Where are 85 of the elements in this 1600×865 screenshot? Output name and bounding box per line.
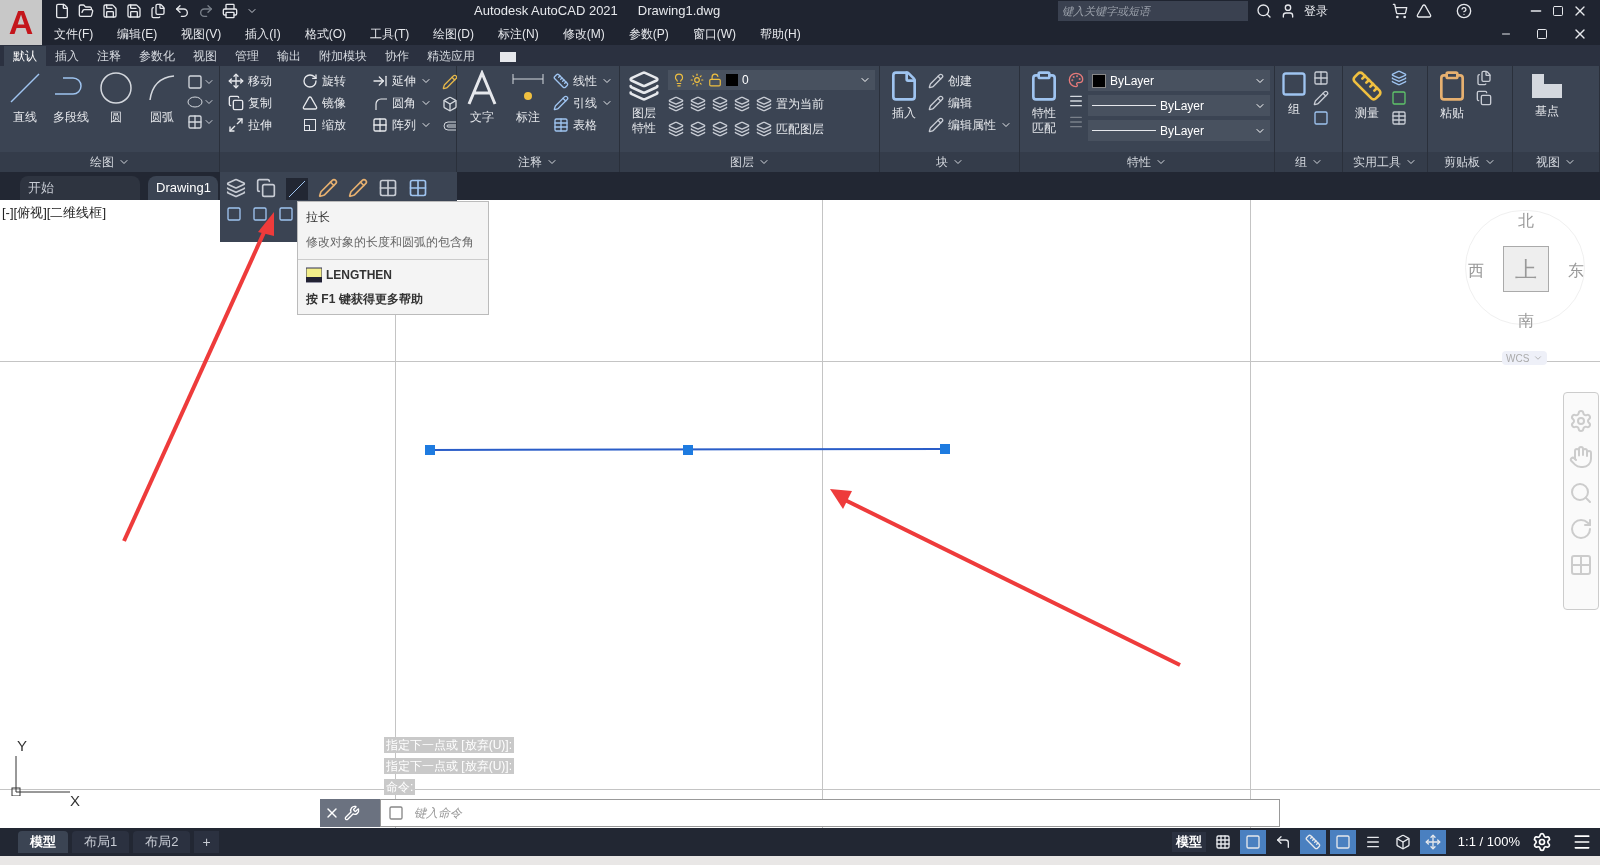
panel-title[interactable]: 图层 — [729, 153, 754, 171]
property-dropdown[interactable]: ByLayer — [1088, 95, 1270, 116]
ribbon-tab[interactable]: 协作 — [376, 46, 418, 66]
ribbon-tab[interactable]: 参数化 — [130, 46, 184, 66]
ribbon-tab[interactable]: 注释 — [88, 46, 130, 66]
panel-title[interactable]: 组 — [1294, 153, 1307, 171]
ribbon-tool[interactable]: 旋转 — [302, 70, 368, 92]
ribbon-tab[interactable]: 默认 — [4, 46, 46, 66]
file-tab[interactable]: 开始 — [20, 176, 140, 200]
ribbon-tab[interactable]: 管理 — [226, 46, 268, 66]
ribbon-tool[interactable]: 圆角 — [372, 92, 438, 114]
ribbon-tab[interactable]: 插入 — [46, 46, 88, 66]
ribbon-tool[interactable]: 复制 — [228, 92, 298, 114]
ribbon-tool[interactable]: 移动 — [228, 70, 298, 92]
axis-label: Y — [17, 736, 27, 756]
ribbon-tool[interactable]: 粘贴 — [1432, 70, 1472, 121]
sign-in-link[interactable]: 登录 — [1304, 2, 1384, 20]
annotation-scale[interactable]: 1:1 / 100% — [1449, 832, 1528, 852]
layout-tab[interactable]: 布局1 — [72, 831, 130, 853]
ribbon-tool[interactable]: 标注 — [507, 70, 549, 125]
ribbon-tab[interactable]: 精选应用 — [418, 46, 484, 66]
ribbon-tool[interactable]: 插入 — [884, 70, 924, 121]
file-name: Drawing1.dwg — [637, 2, 721, 21]
layout-tab[interactable]: 模型 — [18, 831, 68, 853]
property-dropdown[interactable]: ByLayer — [1088, 120, 1270, 141]
ribbon-tool[interactable]: 组 — [1279, 70, 1309, 117]
axis-label: X — [70, 791, 80, 811]
command-name: LENGTHEN — [326, 267, 392, 284]
tooltip-description: 修改对象的长度和圆弧的包含角 — [306, 234, 475, 251]
ribbon-tool[interactable]: 多段线 — [49, 70, 92, 125]
layout-tab[interactable]: 布局2 — [133, 831, 191, 853]
file-tab[interactable]: Drawing1 — [148, 176, 218, 200]
ribbon-tool[interactable]: 圆 — [95, 70, 138, 125]
ribbon-tool[interactable]: 拉伸 — [228, 114, 298, 136]
search-field[interactable]: 键入关键字或短语 — [1058, 1, 1248, 21]
menu-item[interactable]: 工具(T) — [370, 24, 410, 43]
ribbon-tool[interactable]: 置为当前 — [756, 93, 824, 115]
ribbon-tool[interactable]: 延伸 — [372, 70, 438, 92]
panel-title[interactable]: 块 — [935, 153, 948, 171]
model-space-button[interactable]: 模型 — [1171, 832, 1206, 852]
ribbon-tool[interactable]: 图层 特性 — [624, 70, 664, 136]
ribbon-tool[interactable]: 创建 — [928, 70, 1012, 92]
ribbon-tool[interactable]: 匹配图层 — [756, 118, 824, 140]
menu-item[interactable]: 窗口(W) — [692, 24, 736, 43]
menu-item[interactable]: 标注(N) — [498, 24, 539, 43]
ribbon-tool[interactable]: 缩放 — [302, 114, 368, 136]
ribbon-tool[interactable]: 测量 — [1347, 70, 1387, 121]
viewport-label[interactable]: [-][俯视][二维线框] — [2, 203, 106, 223]
ribbon-tool[interactable]: 阵列 — [372, 114, 438, 136]
menu-item[interactable]: 文件(F) — [54, 24, 94, 43]
help-hint: 按 F1 键获得更多帮助 — [306, 291, 424, 308]
panel-title[interactable]: 注释 — [518, 153, 542, 171]
panel-title[interactable]: 实用工具 — [1353, 153, 1401, 171]
ribbon-tool[interactable]: 编辑属性 — [928, 114, 1012, 136]
menu-item[interactable]: 编辑(E) — [117, 24, 158, 43]
add-layout-button[interactable]: + — [194, 831, 219, 853]
window-title: Autodesk AutoCAD 2021 — [474, 2, 618, 21]
ribbon-tool[interactable]: 编辑 — [928, 92, 1012, 114]
property-dropdown[interactable]: ByLayer — [1088, 70, 1270, 91]
panel-title[interactable]: 视图 — [1536, 153, 1560, 171]
ribbon-tool[interactable]: 镜像 — [302, 92, 368, 114]
ribbon-tool[interactable]: 引线 — [553, 92, 613, 114]
tooltip-title: 拉长 — [306, 209, 331, 226]
ribbon-tool[interactable]: 圆弧 — [141, 70, 183, 125]
menu-item[interactable]: 修改(M) — [562, 24, 605, 43]
menu-item[interactable]: 参数(P) — [628, 24, 669, 43]
menu-item[interactable]: 格式(O) — [304, 24, 346, 43]
ribbon-tool[interactable]: 文字 — [461, 70, 503, 125]
ribbon-tool[interactable]: 基点 — [1517, 70, 1577, 119]
menu-item[interactable]: 帮助(H) — [760, 24, 801, 43]
ribbon-tool[interactable]: 直线 — [4, 70, 46, 125]
ribbon-tab[interactable]: 附加模块 — [310, 46, 376, 66]
menu-item[interactable]: 插入(I) — [245, 24, 281, 43]
app-logo[interactable]: A — [0, 0, 42, 45]
panel-title[interactable]: 绘图 — [89, 153, 114, 171]
ribbon-tab[interactable]: 视图 — [184, 46, 226, 66]
ribbon-tab[interactable]: 输出 — [268, 46, 310, 66]
ribbon-tool[interactable]: 线性 — [553, 70, 613, 92]
menu-item[interactable]: 视图(V) — [181, 24, 222, 43]
menu-item[interactable]: 绘图(D) — [433, 24, 474, 43]
layer-dropdown[interactable]: 0 — [668, 70, 875, 90]
panel-title[interactable]: 特性 — [1127, 153, 1151, 171]
ribbon-tool[interactable]: 特性 匹配 — [1024, 70, 1064, 136]
panel-title[interactable]: 剪贴板 — [1444, 153, 1480, 171]
ribbon-tool[interactable]: 表格 — [553, 114, 613, 136]
